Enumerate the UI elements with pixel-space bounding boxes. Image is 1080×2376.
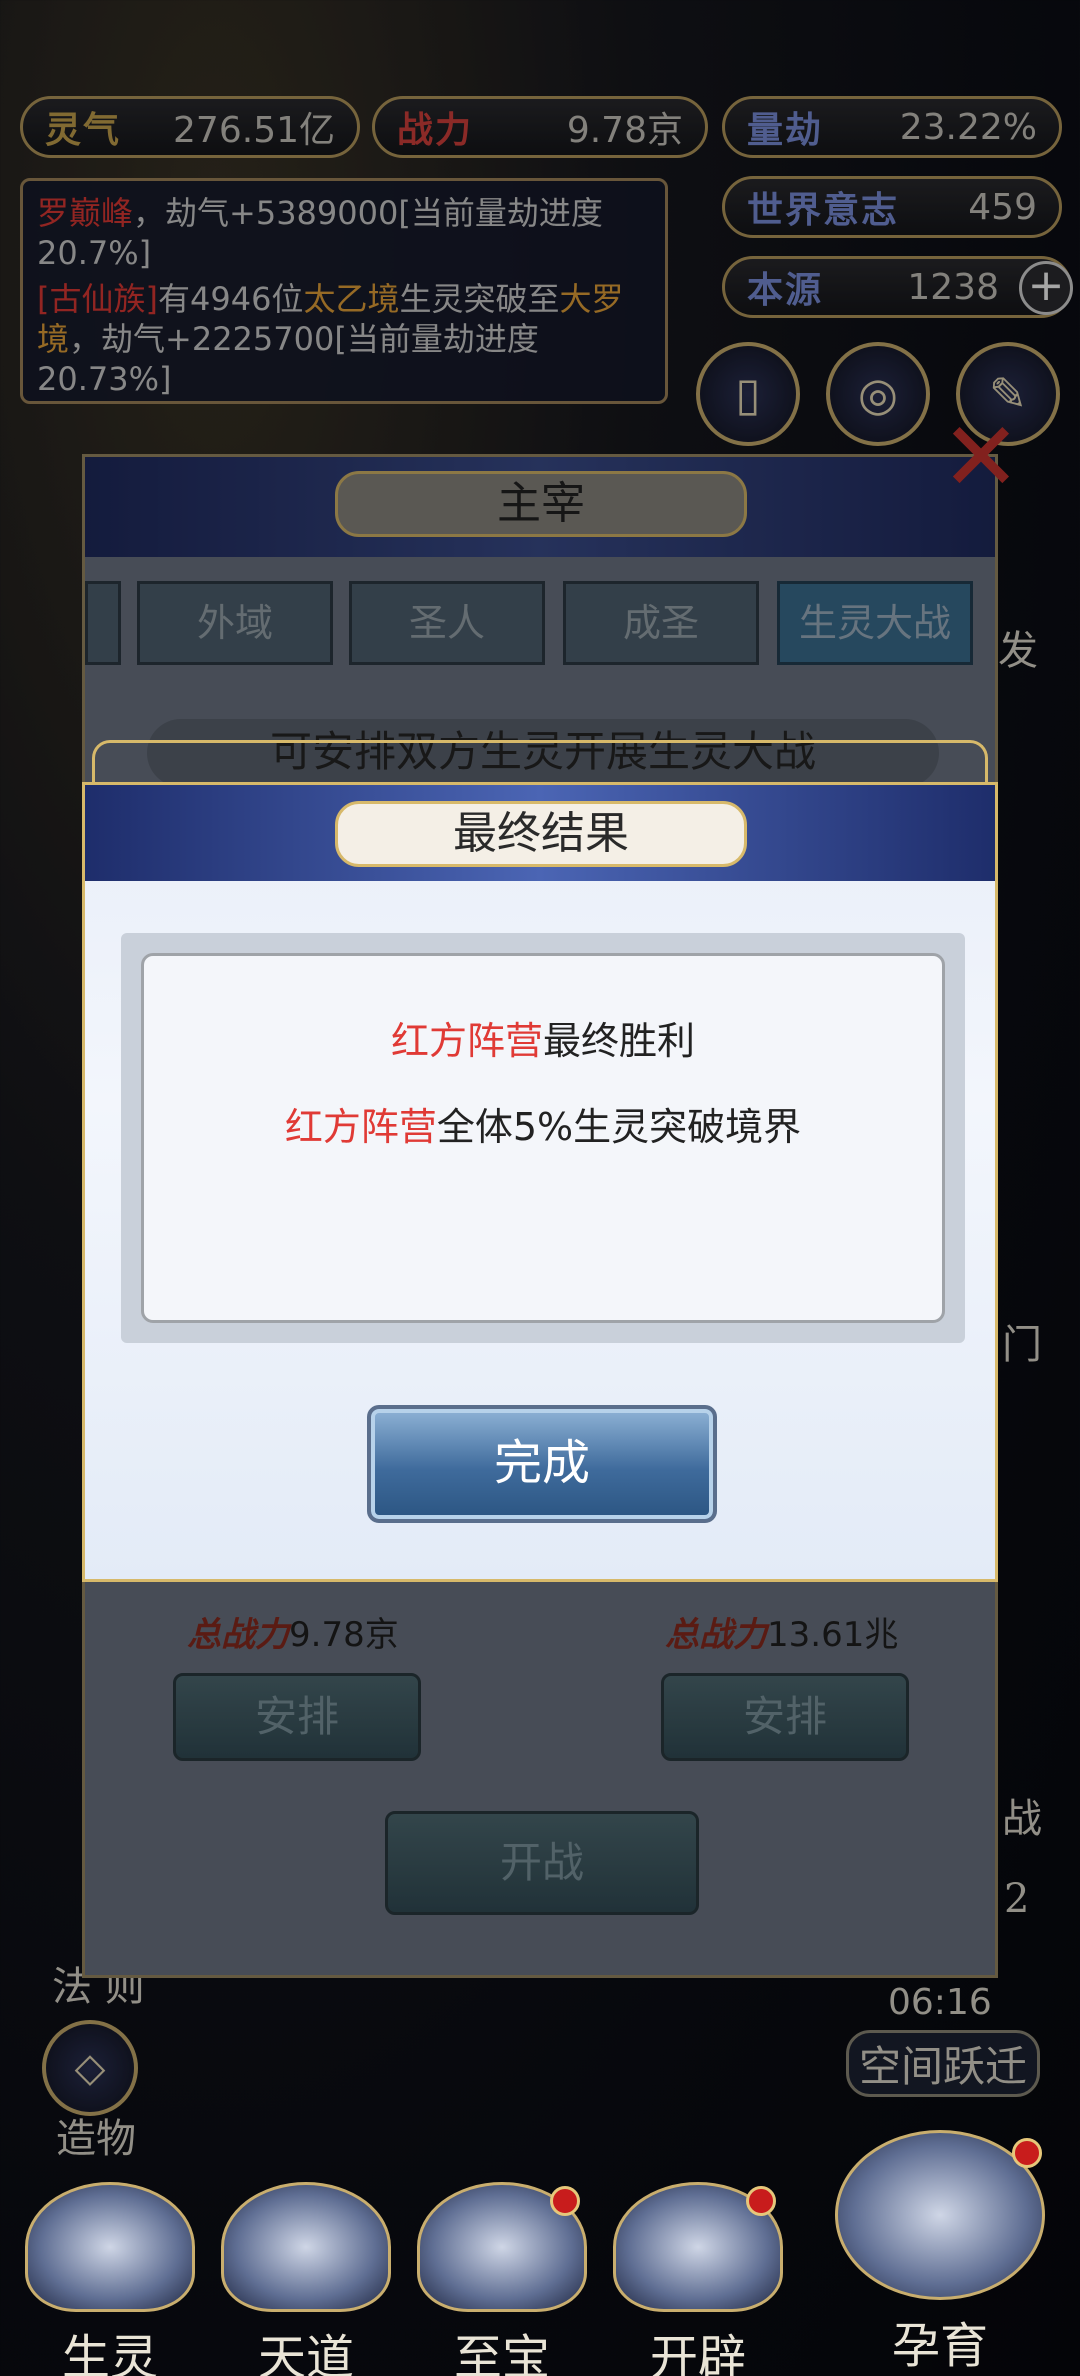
swirl-icon[interactable]: ◎ bbox=[826, 342, 930, 446]
stat-shijie[interactable]: 世界意志 459 bbox=[722, 176, 1062, 238]
done-button[interactable]: 完成 bbox=[367, 1405, 717, 1523]
nav-kaipi[interactable]: 开辟 bbox=[608, 2182, 788, 2376]
log-clan: [古仙族] bbox=[37, 280, 158, 318]
nav-label: 孕育 bbox=[891, 2318, 988, 2374]
dialog-title: 最终结果 bbox=[335, 801, 747, 867]
log-name: 罗巅峰 bbox=[37, 194, 134, 232]
event-log: 罗巅峰，劫气+5389000[当前量劫进度20.7%] [古仙族]有4946位太… bbox=[20, 178, 668, 404]
start-battle-button[interactable]: 开战 bbox=[385, 1811, 699, 1915]
result-line-victory: 红方阵营最终胜利 bbox=[144, 1010, 942, 1065]
result-text: 最终胜利 bbox=[543, 1019, 696, 1063]
nav-label: 至宝 bbox=[453, 2330, 550, 2376]
stat-benyuan-value: 1238 bbox=[907, 266, 999, 308]
left-power-label: 总战力 bbox=[187, 1615, 289, 1655]
left-arrange-button[interactable]: 安排 bbox=[173, 1673, 421, 1761]
stat-liangjie[interactable]: 量劫 23.22% bbox=[722, 96, 1062, 158]
result-text: 全体5%生灵突破境界 bbox=[436, 1105, 802, 1149]
right-power-label: 总战力 bbox=[665, 1615, 767, 1655]
panel-title: 主宰 bbox=[335, 471, 747, 537]
nav-label: 天道 bbox=[257, 2330, 354, 2376]
log-realm: 太乙境 bbox=[303, 280, 400, 318]
faction-name: 红方阵营 bbox=[284, 1105, 437, 1149]
log-entry: [古仙族]有4946位太乙境生灵突破至大罗境，劫气+2225700[当前量劫进度… bbox=[37, 279, 651, 399]
tab-partial[interactable] bbox=[85, 581, 121, 665]
nav-label: 生灵 bbox=[61, 2330, 158, 2376]
log-text: ，劫气+2225700[当前量劫进度20.73%] bbox=[37, 320, 539, 398]
side-men-label[interactable]: 门 bbox=[1002, 1312, 1042, 1370]
tab-shengling-dazhan[interactable]: 生灵大战 bbox=[777, 581, 973, 665]
card-icon[interactable]: ▯ bbox=[696, 342, 800, 446]
stat-liangjie-value: 23.22% bbox=[899, 106, 1037, 148]
tiandao-icon bbox=[221, 2182, 391, 2312]
shengling-icon bbox=[25, 2182, 195, 2312]
nav-zhibao[interactable]: 至宝 bbox=[412, 2182, 592, 2376]
tab-waiyu[interactable]: 外域 bbox=[137, 581, 333, 665]
tab-chengsheng[interactable]: 成圣 bbox=[563, 581, 759, 665]
final-result-dialog: 最终结果 红方阵营最终胜利 红方阵营全体5%生灵突破境界 完成 bbox=[82, 782, 998, 1582]
gold-ornament bbox=[92, 740, 988, 784]
log-text: 生灵突破至 bbox=[399, 280, 560, 318]
faction-name: 红方阵营 bbox=[390, 1019, 543, 1063]
right-power-value: 13.61兆 bbox=[767, 1615, 899, 1655]
stat-shijie-value: 459 bbox=[968, 186, 1037, 228]
notification-dot bbox=[1012, 2138, 1042, 2168]
result-line-breakthrough: 红方阵营全体5%生灵突破境界 bbox=[144, 1096, 942, 1151]
side-fa-label[interactable]: 发 bbox=[998, 618, 1038, 676]
stat-lingqi-value: 276.51亿 bbox=[173, 110, 335, 151]
nav-label: 开辟 bbox=[649, 2330, 746, 2376]
right-arrange-button[interactable]: 安排 bbox=[661, 1673, 909, 1761]
log-text: 有4946位 bbox=[157, 280, 304, 318]
side-badge-number: 2 bbox=[1004, 1876, 1030, 1922]
left-total-power: 总战力9.78京 bbox=[187, 1607, 399, 1656]
nav-shengling[interactable]: 生灵 bbox=[20, 2182, 200, 2376]
right-total-power: 总战力13.61兆 bbox=[665, 1607, 898, 1656]
side-zhan-label[interactable]: 战 bbox=[1002, 1786, 1042, 1844]
stat-lingqi-label: 灵气 bbox=[45, 109, 122, 151]
tab-shengren[interactable]: 圣人 bbox=[349, 581, 545, 665]
left-power-value: 9.78京 bbox=[289, 1615, 399, 1655]
log-entry: 罗巅峰，劫气+5389000[当前量劫进度20.7%] bbox=[37, 193, 651, 273]
nav-tiandao[interactable]: 天道 bbox=[216, 2182, 396, 2376]
zaowu-button[interactable]: 造物 bbox=[56, 2106, 136, 2164]
add-benyuan-button[interactable]: + bbox=[1019, 261, 1073, 315]
zaowu-icon[interactable]: ◇ bbox=[42, 2020, 138, 2116]
space-jump-button[interactable]: 空间跃迁 bbox=[846, 2030, 1041, 2097]
stat-liangjie-label: 量劫 bbox=[747, 109, 824, 151]
stat-shijie-label: 世界意志 bbox=[747, 189, 900, 231]
stat-zhanli: 战力 9.78京 bbox=[372, 96, 708, 158]
timer-text: 06:16 bbox=[888, 1982, 992, 2023]
result-frame: 红方阵营最终胜利 红方阵营全体5%生灵突破境界 bbox=[121, 933, 965, 1343]
notification-dot bbox=[746, 2186, 776, 2216]
result-content: 红方阵营最终胜利 红方阵营全体5%生灵突破境界 bbox=[141, 953, 945, 1323]
stat-zhanli-label: 战力 bbox=[397, 109, 474, 151]
notification-dot bbox=[550, 2186, 580, 2216]
stat-benyuan[interactable]: 本源 1238 + bbox=[722, 256, 1073, 318]
close-icon[interactable]: ✕ bbox=[934, 409, 1028, 506]
nav-yunyu[interactable]: 孕育 bbox=[830, 2130, 1050, 2374]
stat-lingqi: 灵气 276.51亿 bbox=[20, 96, 360, 158]
stat-zhanli-value: 9.78京 bbox=[566, 110, 683, 151]
stat-benyuan-label: 本源 bbox=[747, 269, 824, 311]
